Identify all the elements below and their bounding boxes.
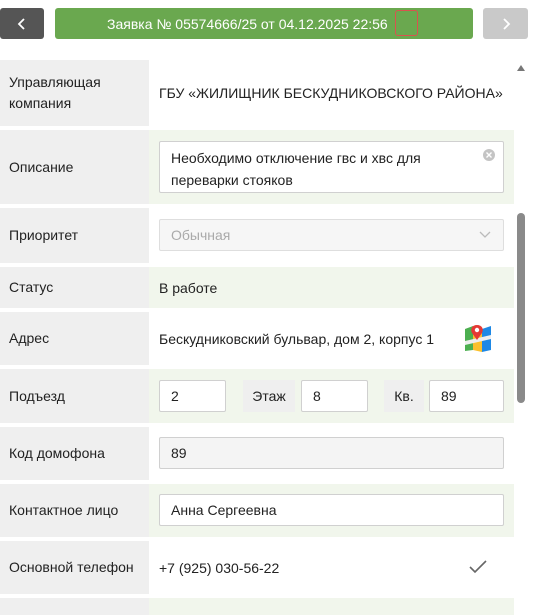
floor-label: Этаж: [243, 380, 295, 412]
floor-value: 8: [313, 388, 321, 404]
entrance-value: 2: [171, 388, 179, 404]
description-textarea[interactable]: Необходимо отключение гвс и хвс для пере…: [159, 141, 504, 193]
checkmark-icon: [469, 560, 487, 574]
scrollbar[interactable]: [514, 60, 526, 615]
row-priority: Приоритет Обычная: [0, 208, 514, 263]
status-value: В работе: [149, 267, 514, 308]
description-label: Описание: [0, 130, 149, 204]
intercom-value: 89: [171, 445, 187, 461]
row-address: Адрес Бескудниковский бульвар, дом 2, ко…: [0, 312, 514, 365]
chevron-right-icon: [502, 17, 510, 30]
priority-value: Обычная: [171, 227, 231, 243]
row-status: Статус В работе: [0, 267, 514, 308]
request-title: Заявка № 05574666/25 от 04.12.2025 22:56: [55, 8, 473, 39]
row-intercom: Код домофона 89: [0, 427, 514, 480]
description-text: Необходимо отключение гвс и хвс для пере…: [171, 150, 421, 188]
chevron-left-icon: [17, 17, 25, 30]
entrance-input[interactable]: 2: [159, 380, 226, 412]
contact-label: Контактное лицо: [0, 484, 149, 537]
scrollbar-thumb[interactable]: [517, 213, 525, 403]
floor-input[interactable]: 8: [301, 380, 368, 412]
status-label: Статус: [0, 267, 149, 308]
phone-label: Основной телефон: [0, 541, 149, 594]
row-entrance: Подъезд 2 Этаж 8 Кв. 89: [0, 369, 514, 423]
clear-icon[interactable]: [483, 149, 495, 161]
company-label: Управляющая компания: [0, 60, 149, 126]
scroll-up-arrow-icon[interactable]: [517, 65, 525, 71]
highlight-box: [395, 10, 418, 36]
apartment-input[interactable]: 89: [429, 380, 504, 412]
request-title-text: Заявка № 05574666/25 от 04.12.2025 22:56: [107, 15, 388, 32]
priority-select[interactable]: Обычная: [159, 219, 504, 251]
entrance-label: Подъезд: [0, 369, 149, 423]
apartment-value: 89: [441, 388, 457, 404]
contact-input[interactable]: Анна Сергеевна: [159, 494, 504, 526]
apartment-label: Кв.: [384, 380, 424, 412]
row-company: Управляющая компания ГБУ «ЖИЛИЩНИК БЕСКУ…: [0, 60, 514, 126]
intercom-label: Код домофона: [0, 427, 149, 480]
contact-value: Анна Сергеевна: [171, 502, 277, 518]
map-icon[interactable]: [463, 323, 493, 353]
top-bar: Заявка № 05574666/25 от 04.12.2025 22:56: [0, 0, 539, 48]
company-value: ГБУ «ЖИЛИЩНИК БЕСКУДНИКОВСКОГО РАЙОНА»: [159, 85, 503, 101]
address-value: Бескудниковский бульвар, дом 2, корпус 1: [159, 330, 435, 347]
phone-value: +7 (925) 030-56-22: [159, 559, 280, 576]
row-next: [0, 598, 514, 615]
row-contact: Контактное лицо Анна Сергеевна: [0, 484, 514, 537]
priority-label: Приоритет: [0, 208, 149, 263]
forward-button[interactable]: [483, 8, 528, 39]
back-button[interactable]: [0, 8, 44, 39]
row-description: Описание Необходимо отключение гвс и хвс…: [0, 130, 514, 204]
intercom-input[interactable]: 89: [159, 437, 504, 469]
chevron-down-icon: [479, 231, 491, 238]
address-label: Адрес: [0, 312, 149, 365]
row-phone: Основной телефон +7 (925) 030-56-22: [0, 541, 514, 594]
